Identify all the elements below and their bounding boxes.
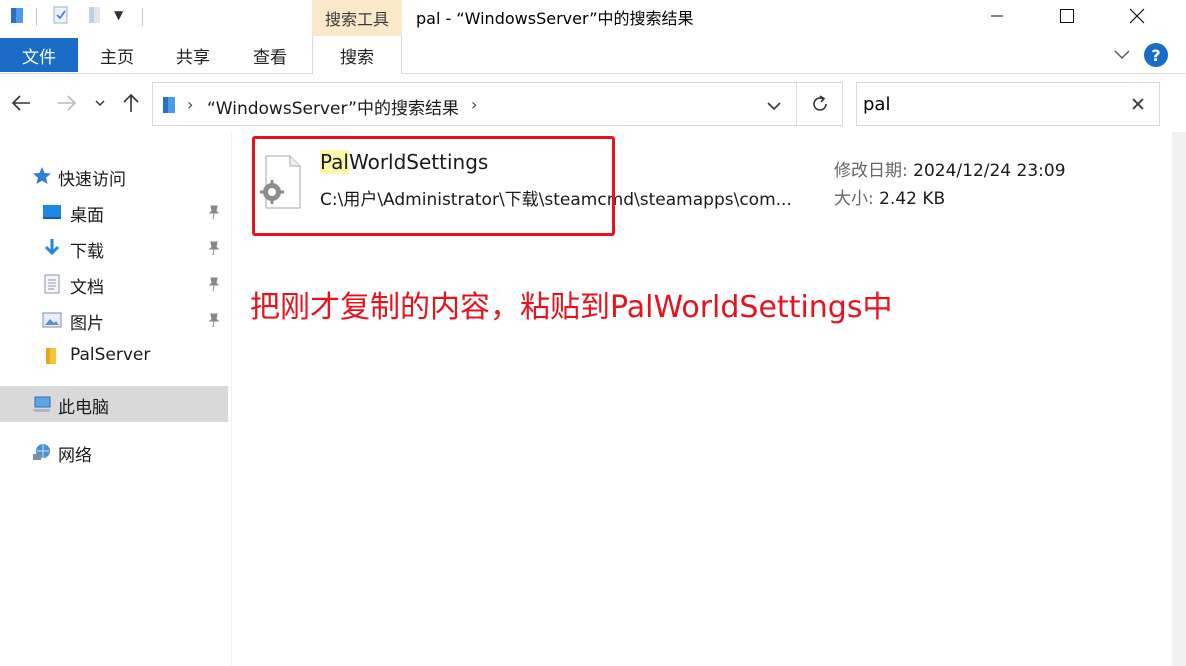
navigation-bar: › “WindowsServer”中的搜索结果 › bbox=[0, 74, 1186, 132]
search-input[interactable] bbox=[863, 91, 1113, 117]
computer-icon bbox=[33, 396, 51, 412]
sidebar-item-label: 下载 bbox=[70, 242, 104, 262]
minimize-icon bbox=[991, 15, 1003, 17]
quick-access-separator bbox=[36, 8, 37, 26]
sidebar-item-desktop[interactable]: 桌面 bbox=[0, 194, 228, 230]
arrow-left-icon bbox=[11, 95, 30, 111]
minimize-button[interactable] bbox=[962, 0, 1032, 32]
sidebar-item-pictures[interactable]: 图片 bbox=[0, 302, 228, 338]
sidebar-item-downloads[interactable]: 下载 bbox=[0, 230, 228, 266]
breadcrumb-separator[interactable]: › bbox=[471, 95, 477, 114]
sidebar-item-label: PalServer bbox=[70, 345, 151, 365]
address-bar[interactable]: › “WindowsServer”中的搜索结果 › bbox=[152, 82, 797, 126]
close-button[interactable] bbox=[1102, 0, 1172, 32]
arrow-up-icon bbox=[123, 93, 139, 112]
sidebar-item-label: 图片 bbox=[70, 314, 104, 334]
annotation-highlight-box bbox=[252, 136, 615, 236]
explorer-folder-icon[interactable] bbox=[10, 6, 24, 24]
forward-button[interactable] bbox=[54, 90, 80, 116]
recent-locations-button[interactable] bbox=[90, 90, 110, 116]
sidebar-item-label: 文档 bbox=[70, 278, 104, 298]
navigation-pane: 快速访问 桌面 下载 文档 图片 PalServer 此电脑 网络 bbox=[0, 132, 232, 666]
tab-search[interactable]: 搜索 bbox=[312, 36, 402, 74]
refresh-icon bbox=[812, 95, 827, 111]
maximize-icon bbox=[1060, 9, 1074, 23]
sidebar-item-palserver[interactable]: PalServer bbox=[0, 338, 228, 374]
close-icon bbox=[1129, 8, 1145, 24]
file-size-label: 大小: bbox=[834, 189, 874, 209]
tab-share[interactable]: 共享 bbox=[160, 38, 226, 72]
address-history-chevron-icon[interactable] bbox=[763, 95, 785, 117]
file-size-value: 2.42 KB bbox=[879, 189, 946, 209]
pin-icon bbox=[208, 313, 220, 328]
close-icon bbox=[1132, 98, 1144, 110]
desktop-icon bbox=[43, 205, 61, 219]
pictures-icon bbox=[42, 312, 62, 328]
arrow-right-icon bbox=[58, 95, 77, 111]
up-button[interactable] bbox=[118, 90, 144, 116]
network-icon bbox=[33, 444, 50, 460]
result-modified-date: 修改日期: 2024/12/24 23:09 bbox=[834, 156, 1066, 181]
clear-search-button[interactable] bbox=[1127, 93, 1149, 115]
tab-home[interactable]: 主页 bbox=[86, 38, 148, 72]
pin-icon bbox=[208, 241, 220, 256]
vertical-scrollbar[interactable] bbox=[1172, 132, 1186, 666]
sidebar-item-documents[interactable]: 文档 bbox=[0, 266, 228, 302]
pin-icon bbox=[208, 205, 220, 220]
sidebar-item-label: 快速访问 bbox=[58, 170, 126, 190]
new-folder-icon[interactable] bbox=[88, 6, 102, 24]
download-icon bbox=[44, 239, 60, 256]
search-folder-icon bbox=[163, 97, 175, 113]
sidebar-item-network[interactable]: 网络 bbox=[0, 434, 228, 470]
pin-icon bbox=[208, 277, 220, 292]
ribbon-tabs: 文件 主页 共享 查看 搜索 ? bbox=[0, 36, 1186, 74]
window-title: pal - “WindowsServer”中的搜索结果 bbox=[416, 9, 694, 28]
maximize-button[interactable] bbox=[1032, 0, 1102, 32]
help-button[interactable]: ? bbox=[1144, 43, 1168, 67]
back-button[interactable] bbox=[8, 90, 34, 116]
refresh-button[interactable] bbox=[797, 82, 843, 126]
sidebar-item-label: 此电脑 bbox=[58, 398, 109, 418]
search-tools-context-tab: 搜索工具 bbox=[312, 0, 402, 36]
search-box[interactable] bbox=[856, 82, 1160, 126]
folder-icon bbox=[46, 348, 56, 364]
expand-ribbon-chevron-icon[interactable] bbox=[1112, 44, 1132, 64]
document-icon bbox=[44, 274, 60, 294]
breadcrumb-separator[interactable]: › bbox=[187, 95, 193, 114]
chevron-down-icon bbox=[95, 100, 105, 107]
search-results-pane: PalWorldSettings C:\用户\Administrator\下载\… bbox=[232, 132, 1172, 666]
title-bar: ▼ 搜索工具 pal - “WindowsServer”中的搜索结果 bbox=[0, 0, 1186, 36]
sidebar-item-label: 网络 bbox=[58, 446, 92, 466]
star-icon bbox=[33, 167, 51, 184]
tab-view[interactable]: 查看 bbox=[238, 38, 302, 72]
tab-file[interactable]: 文件 bbox=[0, 38, 78, 72]
breadcrumb-search-results[interactable]: “WindowsServer”中的搜索结果 bbox=[207, 94, 459, 119]
modified-date-label: 修改日期: bbox=[834, 161, 908, 181]
sidebar-item-label: 桌面 bbox=[70, 206, 104, 226]
modified-date-value: 2024/12/24 23:09 bbox=[913, 161, 1066, 181]
sidebar-item-this-pc[interactable]: 此电脑 bbox=[0, 386, 228, 422]
properties-check-icon[interactable] bbox=[52, 6, 70, 24]
annotation-instruction-text: 把刚才复制的内容，粘贴到PalWorldSettings中 bbox=[250, 290, 893, 325]
result-file-size: 大小: 2.42 KB bbox=[834, 184, 945, 209]
quick-access-separator bbox=[142, 8, 143, 26]
quick-access-dropdown-icon[interactable]: ▼ bbox=[114, 8, 123, 22]
sidebar-item-quick-access[interactable]: 快速访问 bbox=[0, 158, 228, 194]
